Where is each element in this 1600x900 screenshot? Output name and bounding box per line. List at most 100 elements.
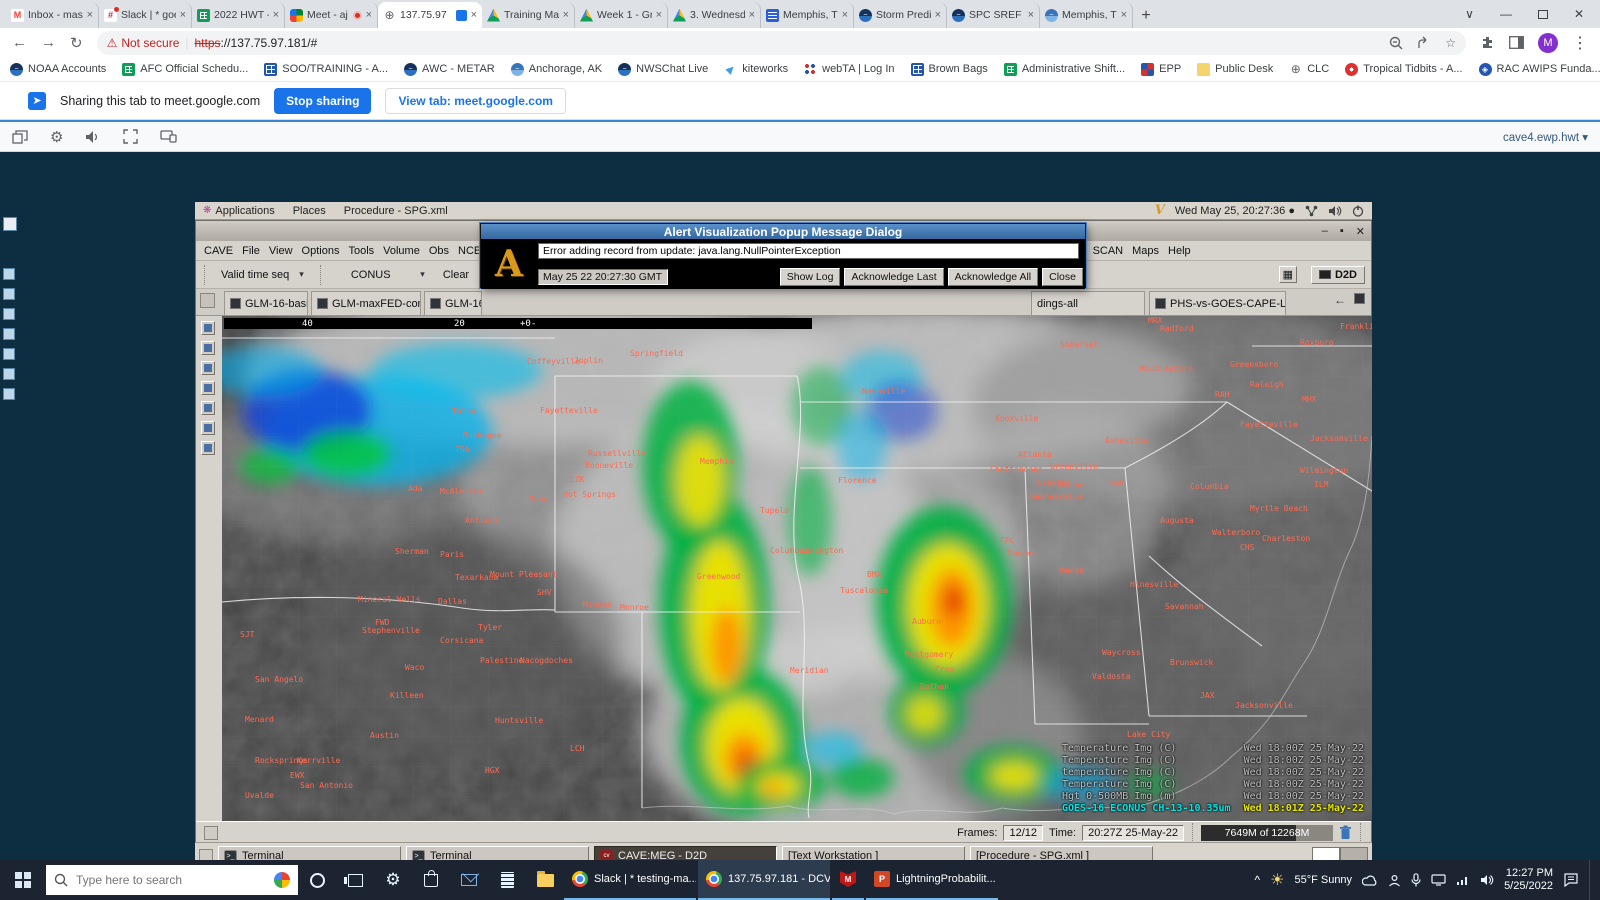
cave-menu-obs[interactable]: Obs (429, 245, 449, 257)
cave-menu-maps[interactable]: Maps (1132, 245, 1159, 257)
volume-icon[interactable] (1328, 205, 1342, 217)
taskbar-clock[interactable]: 12:27 PM 5/25/2022 (1504, 867, 1553, 893)
forward-icon[interactable]: → (41, 34, 56, 51)
security-chip[interactable]: ⚠ Not secure (107, 36, 180, 50)
cave-menu-cave[interactable]: CAVE (204, 245, 233, 257)
dock-tool-icon[interactable] (201, 361, 215, 375)
time-value[interactable]: 20:27Z 25-May-22 (1082, 824, 1184, 841)
bookmark-item[interactable]: Public Desk (1197, 62, 1273, 76)
bookmark-item[interactable]: RAC AWIPS Funda... (1478, 62, 1600, 76)
bookmark-item[interactable]: SOO/TRAINING - A... (264, 62, 388, 76)
microphone-icon[interactable] (1411, 873, 1421, 887)
bookmark-item[interactable]: NOAA Accounts (10, 62, 106, 76)
tab-close-icon[interactable]: × (273, 9, 279, 21)
taskbar-app-button[interactable] (832, 860, 864, 900)
bookmark-star-icon[interactable]: ☆ (1445, 36, 1456, 50)
alertviz-popup-dialog[interactable]: Alert Visualization Popup Message Dialog… (480, 223, 1086, 289)
cave-menu-file[interactable]: File (242, 245, 260, 257)
network-icon[interactable] (1305, 205, 1318, 217)
gnome-menu-procedure-spg-xml[interactable]: Procedure - SPG.xml (344, 205, 448, 217)
desktop-edge-icon[interactable] (3, 348, 15, 360)
mail-icon[interactable] (450, 860, 488, 900)
dcv-hostname[interactable]: cave4.ewp.hwt ▾ (1503, 130, 1588, 144)
back-icon[interactable]: ← (12, 34, 27, 51)
bookmark-item[interactable]: webTA | Log In (804, 62, 895, 76)
desktop-edge-icon[interactable] (3, 308, 15, 320)
frames-value[interactable]: 12/12 (1003, 824, 1044, 841)
cave-menu-help[interactable]: Help (1168, 245, 1191, 257)
minimize-icon[interactable]: — (1500, 7, 1512, 21)
desktop-edge-icon[interactable] (3, 217, 17, 231)
new-tab-button[interactable]: + (1133, 4, 1159, 28)
tab-scroll-left-icon[interactable]: ← (1334, 293, 1346, 307)
taskbar-app-button[interactable]: 137.75.97.181 - DCV... (698, 860, 830, 900)
browser-tab[interactable]: Slack | * goes- × (99, 2, 192, 28)
weather-text[interactable]: 55°F Sunny (1294, 874, 1352, 886)
taskbar-search[interactable] (46, 865, 298, 895)
desktop-edge-icon[interactable] (3, 328, 15, 340)
cortana-icon[interactable] (298, 860, 336, 900)
time-options-combo[interactable]: Valid time seq ▾ (215, 267, 310, 283)
tab-close-icon[interactable]: × (180, 9, 186, 21)
cave-maximize-icon[interactable]: ▪ (1340, 225, 1344, 237)
tab-close-icon[interactable]: × (749, 9, 755, 21)
zoom-out-icon[interactable] (1389, 36, 1403, 50)
editor-tab[interactable]: GLM-16-basic (224, 291, 308, 315)
browser-tab[interactable]: Week 1 - Gra × (575, 2, 668, 28)
file-explorer-icon[interactable] (526, 860, 564, 900)
share-icon[interactable] (1417, 36, 1431, 50)
scale-combo[interactable]: CONUS ▾ (331, 267, 431, 283)
acknowledge-last-button[interactable]: Acknowledge Last (844, 268, 944, 286)
editor-tab[interactable]: GLM-maxFED-compare (311, 291, 421, 315)
dialog-title-bar[interactable]: Alert Visualization Popup Message Dialog (481, 224, 1085, 239)
show-log-button[interactable]: Show Log (779, 268, 841, 286)
search-input[interactable] (76, 873, 266, 887)
dock-tool-icon[interactable] (201, 441, 215, 455)
taskbar-app-button[interactable]: LightningProbabilit... (866, 860, 998, 900)
address-bar[interactable]: ⚠ Not secure | https://137.75.97.181/# ☆ (96, 30, 1466, 55)
store-icon[interactable] (412, 860, 450, 900)
stop-sharing-button[interactable]: Stop sharing (274, 87, 372, 114)
fullscreen-icon[interactable] (123, 129, 139, 144)
clear-button[interactable]: Clear (439, 267, 473, 283)
teams-icon[interactable] (1388, 874, 1401, 887)
taskbar-app-button[interactable]: Slack | * testing-ma... (564, 860, 696, 900)
browser-tab[interactable]: Training Mate × (482, 2, 575, 28)
cave-menu-tools[interactable]: Tools (348, 245, 374, 257)
desktop-edge-icon[interactable] (3, 368, 15, 380)
status-grid-icon[interactable] (204, 825, 218, 840)
d2d-perspective-button[interactable]: D2D (1310, 265, 1365, 284)
editor-list-icon[interactable] (1354, 293, 1365, 304)
tab-close-icon[interactable]: × (563, 9, 569, 21)
dcv-audio-icon[interactable] (85, 130, 101, 144)
browser-tab[interactable]: Memphis, TN × (761, 2, 854, 28)
start-button[interactable] (0, 860, 46, 900)
close-icon[interactable]: ✕ (1574, 7, 1584, 21)
editor-tab[interactable]: PHS-vs-GOES-CAPE-LI (1149, 291, 1286, 315)
profile-avatar[interactable]: M (1538, 32, 1558, 53)
calculator-icon[interactable] (488, 860, 526, 900)
volume-tray-icon[interactable] (1480, 874, 1494, 886)
bookmark-item[interactable]: AWC - METAR (404, 62, 495, 76)
browser-tab[interactable]: Inbox - masso × (6, 2, 99, 28)
close-button[interactable]: Close (1042, 268, 1083, 286)
browser-tab[interactable]: Memphis, TN × (1040, 2, 1133, 28)
tab-close-icon[interactable]: × (1121, 9, 1127, 21)
task-view-icon[interactable] (336, 860, 374, 900)
browser-tab[interactable]: SPC SREF SRE × (947, 2, 1040, 28)
restore-icon[interactable] (1537, 9, 1548, 19)
tab-search-chevron-icon[interactable]: ∨ (1465, 7, 1474, 21)
search-highlights-icon[interactable] (274, 872, 290, 888)
bookmark-item[interactable]: Administrative Shift... (1003, 62, 1125, 76)
bookmark-item[interactable]: kiteworks (724, 63, 788, 76)
desktop-edge-icon[interactable] (3, 268, 15, 280)
bookmark-item[interactable]: NWSChat Live (618, 62, 708, 76)
browser-tab[interactable]: 2022 HWT - S × (192, 2, 285, 28)
desktop-edge-icon[interactable] (3, 288, 15, 300)
tab-close-icon[interactable]: × (656, 9, 662, 21)
bookmark-item[interactable]: AFC Official Schedu... (122, 62, 248, 76)
acknowledge-all-button[interactable]: Acknowledge All (947, 268, 1039, 286)
dock-tool-icon[interactable] (201, 341, 215, 355)
menu-dots-icon[interactable]: ⋮ (1572, 33, 1588, 53)
cave-menu-view[interactable]: View (269, 245, 293, 257)
